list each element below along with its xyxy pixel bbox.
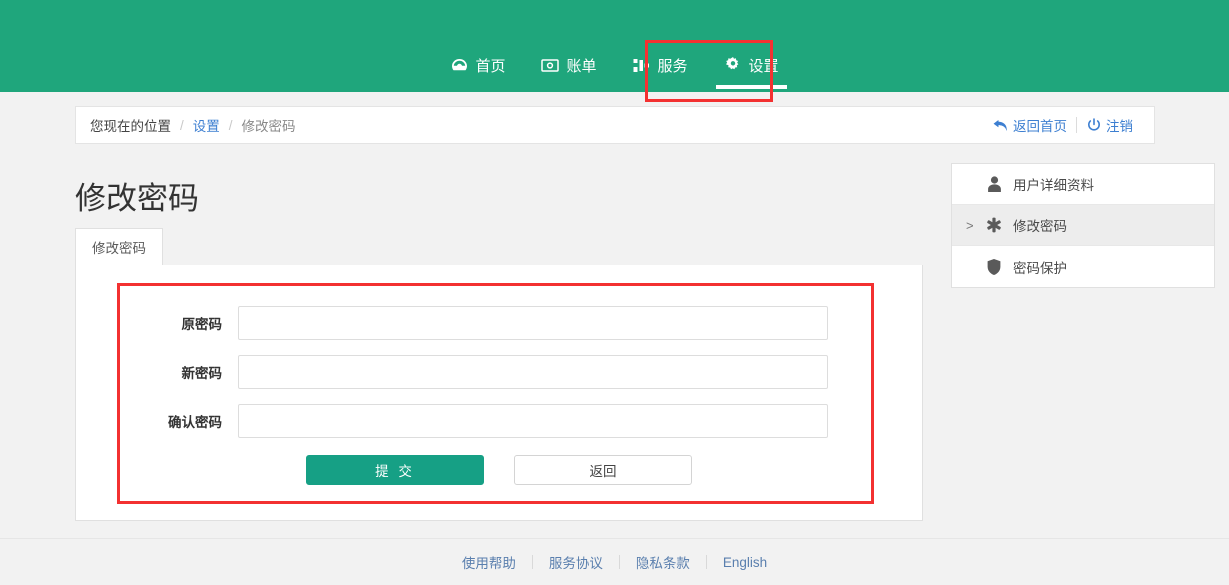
back-to-home-label: 返回首页 [1013,119,1067,134]
breadcrumb-bar: 您现在的位置 / 设置 / 修改密码 返回首页 注销 [75,106,1155,144]
tab-bar: 修改密码 [75,228,923,266]
form-row-old-password: 原密码 [108,306,828,340]
logout-link[interactable]: 注销 [1077,115,1142,135]
footer-link-privacy[interactable]: 隐私条款 [620,552,706,572]
sidebar-item-change-password[interactable]: > 修改密码 [952,205,1214,246]
breadcrumb-item-change-password: 修改密码 [241,119,296,134]
user-icon [985,175,1003,193]
confirm-password-input[interactable] [238,404,828,438]
gear-icon [724,57,742,73]
form-row-confirm-password: 确认密码 [108,404,828,438]
new-password-label: 新密码 [181,366,223,381]
footer-link-english[interactable]: English [707,555,783,570]
confirm-password-label: 确认密码 [168,415,222,430]
breadcrumb-separator-1: / [180,117,184,133]
settings-sidebar: 用户详细资料 > 修改密码 密码保护 [951,163,1215,288]
tab-change-password-label: 修改密码 [92,241,146,256]
sidebar-item-user-profile[interactable]: 用户详细资料 [952,164,1214,205]
tab-change-password[interactable]: 修改密码 [75,228,163,266]
money-bill-icon [541,57,560,73]
old-password-input[interactable] [238,306,828,340]
submit-button[interactable]: 提 交 [306,455,484,485]
nav-item-services[interactable]: 服务 [615,50,706,80]
form-button-row: 提 交 返回 [306,455,692,485]
breadcrumb: 您现在的位置 / 设置 / 修改密码 [76,115,296,135]
form-row-new-password: 新密码 [108,355,828,389]
submit-button-label: 提 交 [375,464,415,479]
footer-link-help[interactable]: 使用帮助 [446,552,532,572]
asterisk-icon [985,216,1003,234]
old-password-label: 原密码 [181,317,223,332]
nav-item-bills-label: 账单 [566,57,597,75]
nav-active-underline [715,85,787,89]
dashboard-icon [450,57,468,73]
back-button-label: 返回 [589,464,617,479]
back-button[interactable]: 返回 [514,455,692,485]
footer-link-service-agreement[interactable]: 服务协议 [533,552,619,572]
power-off-icon [1086,118,1101,133]
nav-item-home[interactable]: 首页 [432,50,523,80]
page-title: 修改密码 [75,181,199,216]
breadcrumb-separator-2: / [228,117,233,133]
sidebar-item-password-protection-label: 密码保护 [1013,260,1067,276]
reply-arrow-icon [993,118,1008,133]
back-to-home-link[interactable]: 返回首页 [984,115,1076,135]
change-password-form-panel: 原密码 新密码 确认密码 提 交 返回 [75,265,923,521]
sidebar-item-change-password-caret: > [966,217,974,233]
breadcrumb-actions: 返回首页 注销 [984,115,1154,135]
shield-icon [985,258,1003,276]
nav-item-list: 首页 账单 服务 设置 [0,50,1229,89]
sidebar-item-change-password-label: 修改密码 [1013,219,1067,234]
new-password-input[interactable] [238,355,828,389]
footer-divider [0,538,1229,539]
breadcrumb-prefix: 您现在的位置 [90,119,171,134]
nav-item-settings[interactable]: 设置 [706,50,797,89]
nav-item-bills[interactable]: 账单 [523,50,614,80]
nav-item-services-label: 服务 [657,57,688,75]
sitemap-icon [633,57,651,73]
sidebar-item-password-protection[interactable]: 密码保护 [952,246,1214,287]
breadcrumb-item-settings[interactable]: 设置 [193,115,220,135]
nav-item-settings-label: 设置 [748,57,779,75]
sidebar-item-user-profile-label: 用户详细资料 [1013,178,1094,193]
nav-item-home-label: 首页 [475,57,506,75]
footer: 使用帮助 服务协议 隐私条款 English [0,552,1229,572]
logout-label: 注销 [1106,119,1133,134]
top-navigation-bar: 首页 账单 服务 设置 [0,0,1229,92]
